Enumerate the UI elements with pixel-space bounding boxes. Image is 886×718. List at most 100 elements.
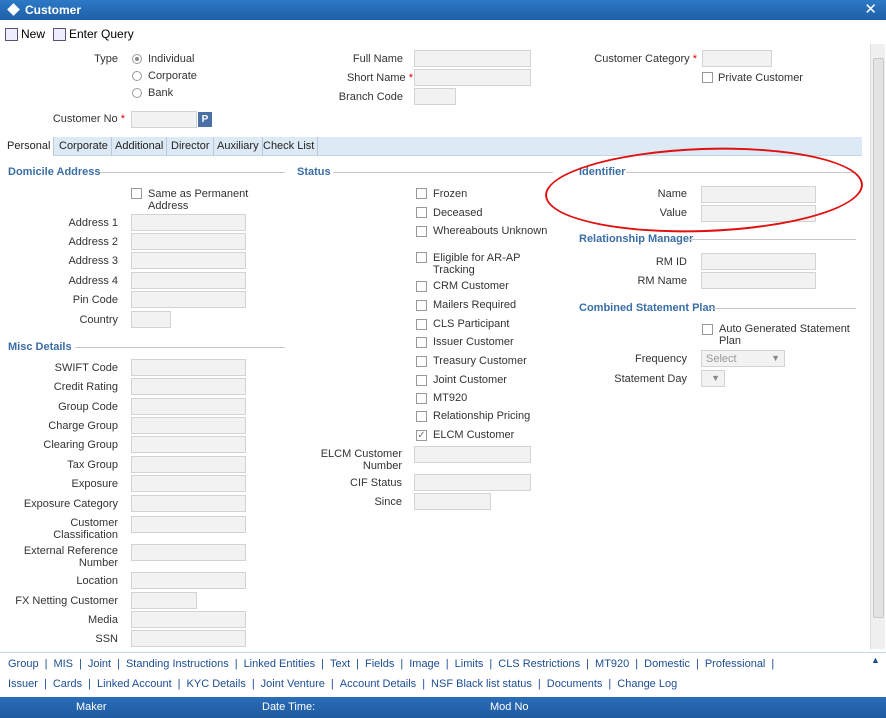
- relationship-pricing-checkbox[interactable]: [416, 411, 427, 422]
- vertical-scrollbar[interactable]: [870, 44, 885, 649]
- type-bank-radio[interactable]: [132, 88, 142, 98]
- full-name-input[interactable]: [414, 50, 531, 67]
- links_row1-link-1[interactable]: MIS: [53, 658, 73, 670]
- links_row1-link-2[interactable]: Joint: [88, 658, 111, 670]
- new-button[interactable]: New: [5, 27, 45, 41]
- links_row2-link-7[interactable]: Documents: [547, 678, 603, 690]
- credit-rating-input[interactable]: [131, 378, 246, 395]
- link-separator: |: [177, 678, 181, 690]
- address-3-input[interactable]: [131, 252, 246, 269]
- elcm-customer-checkbox[interactable]: ✓: [416, 430, 427, 441]
- enter-query-button[interactable]: Enter Query: [53, 27, 134, 41]
- links_row2-link-2[interactable]: Linked Account: [97, 678, 172, 690]
- mt920-checkbox[interactable]: [416, 393, 427, 404]
- customer-classification-input[interactable]: [131, 516, 246, 533]
- links_row1-link-3[interactable]: Standing Instructions: [126, 658, 229, 670]
- mailers-required-label: Mailers Required: [433, 299, 517, 311]
- identifier-name-input[interactable]: [701, 186, 816, 203]
- exposure-input[interactable]: [131, 475, 246, 492]
- links_row1-link-7[interactable]: Image: [409, 658, 440, 670]
- frozen-checkbox[interactable]: [416, 188, 427, 199]
- ssn-input[interactable]: [131, 630, 246, 647]
- relationship-manager-title: Relationship Manager: [579, 233, 694, 245]
- links_row1-link-0[interactable]: Group: [8, 658, 39, 670]
- clearing-group-input[interactable]: [131, 436, 246, 453]
- customer-category-input[interactable]: [702, 50, 772, 67]
- link-separator: |: [489, 658, 493, 670]
- type-individual-radio[interactable]: [132, 54, 142, 64]
- scroll-up-icon[interactable]: ▲: [871, 655, 880, 665]
- auto-generated-statement-checkbox[interactable]: [702, 324, 713, 335]
- links_row1-link-12[interactable]: Professional: [705, 658, 766, 670]
- rm-id-input[interactable]: [701, 253, 816, 270]
- links_row2-link-8[interactable]: Change Log: [617, 678, 677, 690]
- external-reference-number-input[interactable]: [131, 544, 246, 561]
- type-corporate-radio[interactable]: [132, 71, 142, 81]
- swift-code-input[interactable]: [131, 359, 246, 376]
- tab-additional[interactable]: Additional: [112, 137, 168, 156]
- fx-netting-customer-input[interactable]: [131, 592, 197, 609]
- tax-group-input[interactable]: [131, 456, 246, 473]
- short-name-input[interactable]: [414, 69, 531, 86]
- private-customer-checkbox[interactable]: [702, 72, 713, 83]
- tab-corporate[interactable]: Corporate: [56, 137, 112, 156]
- whereabouts-unknown-checkbox[interactable]: [416, 226, 427, 237]
- links_row1-link-9[interactable]: CLS Restrictions: [498, 658, 580, 670]
- rm-name-input[interactable]: [701, 272, 816, 289]
- media-input[interactable]: [131, 611, 246, 628]
- crm-customer-checkbox[interactable]: [416, 281, 427, 292]
- tab-check-list[interactable]: Check List: [260, 137, 319, 156]
- mailers-required-checkbox[interactable]: [416, 300, 427, 311]
- treasury-customer-checkbox[interactable]: [416, 356, 427, 367]
- links_row1-link-8[interactable]: Limits: [455, 658, 484, 670]
- link-separator: |: [330, 678, 334, 690]
- links_row1-link-10[interactable]: MT920: [595, 658, 629, 670]
- eligible-ar-ap-checkbox[interactable]: [416, 252, 427, 263]
- links_row2-link-0[interactable]: Issuer: [8, 678, 38, 690]
- frequency-label: Frequency: [635, 353, 687, 365]
- links_row2-link-4[interactable]: Joint Venture: [261, 678, 325, 690]
- customer-no-input[interactable]: [131, 111, 197, 128]
- cls-participant-checkbox[interactable]: [416, 319, 427, 330]
- scrollbar-thumb[interactable]: [873, 58, 884, 618]
- links_row1-link-11[interactable]: Domestic: [644, 658, 690, 670]
- address-4-input[interactable]: [131, 272, 246, 289]
- misc-details-title: Misc Details: [8, 341, 72, 353]
- domicile-divider: [100, 172, 285, 173]
- pin-code-input[interactable]: [131, 291, 246, 308]
- address-1-input[interactable]: [131, 214, 246, 231]
- frequency-select[interactable]: Select ▼: [701, 350, 785, 367]
- since-input[interactable]: [414, 493, 491, 510]
- relationship-pricing-label: Relationship Pricing: [433, 410, 531, 422]
- country-input[interactable]: [131, 311, 171, 328]
- group-code-label: Group Code: [58, 401, 118, 413]
- links_row1-link-4[interactable]: Linked Entities: [244, 658, 316, 670]
- exposure-category-input[interactable]: [131, 495, 246, 512]
- tab-director[interactable]: Director: [168, 137, 214, 156]
- links_row2-link-6[interactable]: NSF Black list status: [431, 678, 532, 690]
- exposure-label: Exposure: [71, 478, 118, 490]
- address-2-input[interactable]: [131, 233, 246, 250]
- branch-code-input[interactable]: [414, 88, 456, 105]
- tab-personal[interactable]: Personal: [4, 137, 55, 156]
- statement-day-select[interactable]: ▼: [701, 370, 725, 387]
- deceased-checkbox[interactable]: [416, 207, 427, 218]
- links_row2-link-3[interactable]: KYC Details: [187, 678, 246, 690]
- group-code-input[interactable]: [131, 398, 246, 415]
- issuer-customer-checkbox[interactable]: [416, 337, 427, 348]
- joint-customer-checkbox[interactable]: [416, 375, 427, 386]
- close-icon[interactable]: ✕: [864, 0, 877, 18]
- cif-status-input[interactable]: [414, 474, 531, 491]
- links_row1-link-6[interactable]: Fields: [365, 658, 394, 670]
- location-input[interactable]: [131, 572, 246, 589]
- links_row2-link-1[interactable]: Cards: [53, 678, 82, 690]
- customer-classification-label: Customer Classification: [53, 517, 118, 541]
- customer-no-lookup-button[interactable]: P: [198, 112, 212, 127]
- links_row1-link-5[interactable]: Text: [330, 658, 350, 670]
- identifier-value-input[interactable]: [701, 205, 816, 222]
- charge-group-input[interactable]: [131, 417, 246, 434]
- elcm-customer-number-input[interactable]: [414, 446, 531, 463]
- links_row2-link-5[interactable]: Account Details: [340, 678, 416, 690]
- same-as-permanent-checkbox[interactable]: [131, 188, 142, 199]
- tab-auxiliary[interactable]: Auxiliary: [214, 137, 263, 156]
